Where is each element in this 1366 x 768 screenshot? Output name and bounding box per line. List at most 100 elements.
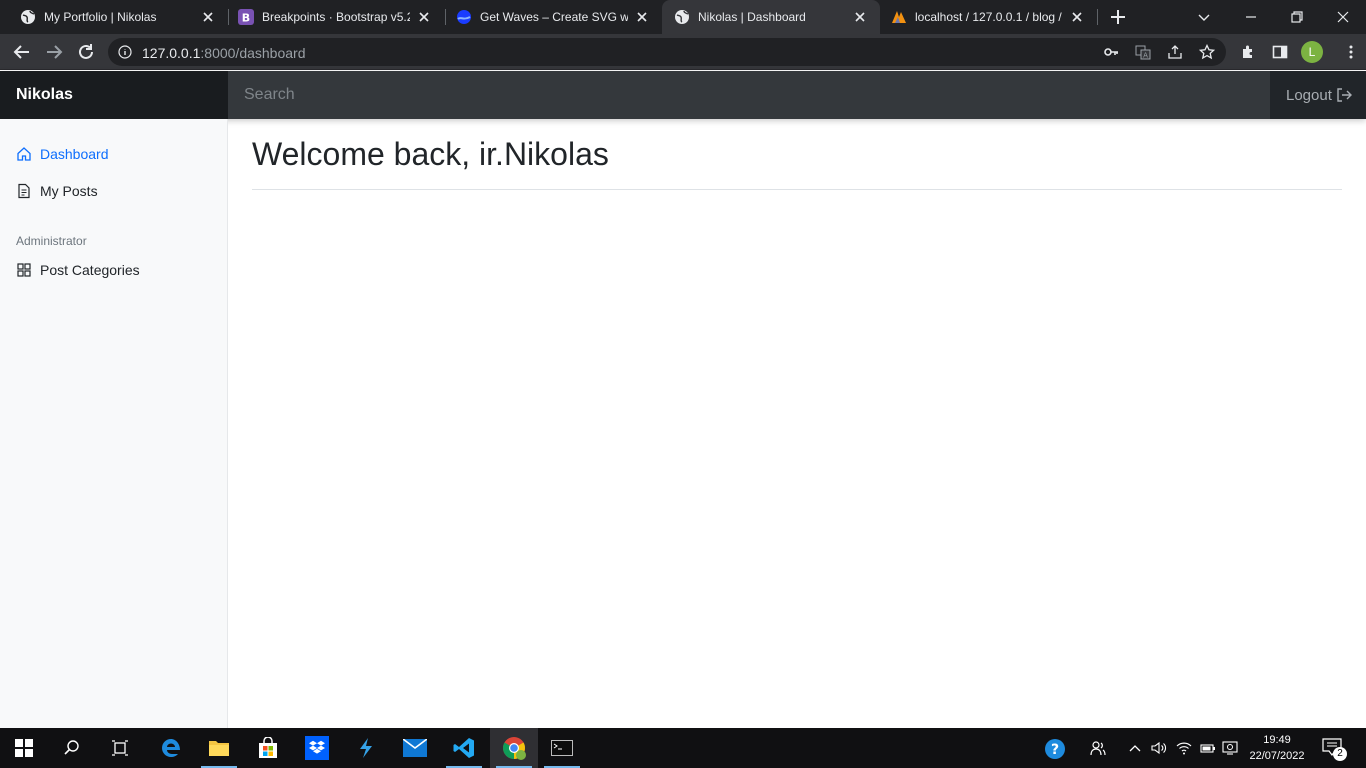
tab-title: Nikolas | Dashboard bbox=[698, 10, 806, 24]
vscode-icon bbox=[453, 738, 474, 758]
browser-tab-phpmyadmin[interactable]: localhost / 127.0.0.1 / blog / bbox=[871, 0, 1097, 34]
bootstrap-logo-icon: B bbox=[238, 9, 254, 25]
help-icon[interactable]: ? bbox=[1044, 738, 1066, 760]
minimize-icon[interactable] bbox=[1240, 6, 1262, 28]
translate-icon[interactable]: A bbox=[1135, 44, 1151, 60]
browser-menu-icon[interactable] bbox=[1348, 44, 1354, 60]
side-panel-icon[interactable] bbox=[1272, 44, 1288, 60]
clock-time: 19:49 bbox=[1263, 734, 1291, 746]
chrome-icon bbox=[503, 737, 526, 760]
notification-center-button[interactable]: 2 bbox=[1322, 738, 1347, 761]
start-button[interactable] bbox=[0, 728, 48, 768]
sidebar-item-dashboard[interactable]: Dashboard bbox=[16, 144, 109, 164]
taskbar-mail[interactable] bbox=[391, 728, 439, 768]
wifi-icon[interactable] bbox=[1176, 740, 1192, 756]
extensions-puzzle-icon[interactable] bbox=[1240, 44, 1256, 60]
close-icon[interactable] bbox=[852, 9, 868, 25]
bookmark-star-icon[interactable] bbox=[1199, 44, 1215, 60]
tab-title: Get Waves – Create SVG waves bbox=[480, 10, 628, 24]
tab-title: localhost / 127.0.0.1 / blog / bbox=[915, 10, 1062, 24]
tab-separator bbox=[1097, 9, 1098, 25]
task-view-button[interactable] bbox=[96, 728, 144, 768]
volume-icon[interactable] bbox=[1151, 740, 1167, 756]
url-text: 127.0.0.1:8000/dashboard bbox=[142, 45, 305, 61]
grid-icon bbox=[17, 263, 31, 277]
title-divider bbox=[252, 189, 1342, 190]
dropbox-icon bbox=[305, 736, 329, 760]
battery-icon[interactable] bbox=[1200, 740, 1216, 756]
action-screen-icon[interactable] bbox=[1222, 740, 1238, 756]
logout-arrow-icon bbox=[1337, 88, 1352, 102]
svg-text:B: B bbox=[242, 12, 250, 25]
browser-tab-dashboard[interactable]: Nikolas | Dashboard bbox=[662, 0, 880, 34]
globe-icon bbox=[21, 10, 35, 24]
sidebar-item-label: Dashboard bbox=[40, 146, 109, 162]
search-input[interactable] bbox=[228, 71, 1270, 119]
back-arrow-icon[interactable] bbox=[12, 42, 32, 62]
store-bag-icon bbox=[259, 737, 277, 758]
notification-count-badge: 2 bbox=[1333, 747, 1347, 761]
taskbar-dev-app[interactable] bbox=[342, 728, 390, 768]
browser-tab-portfolio[interactable]: My Portfolio | Nikolas bbox=[0, 0, 228, 34]
url-host: 127.0.0.1 bbox=[142, 45, 201, 61]
app-navbar: Nikolas Logout bbox=[0, 71, 1366, 119]
new-tab-icon[interactable] bbox=[1109, 8, 1127, 26]
sidebar-item-label: Post Categories bbox=[40, 262, 140, 278]
window-close-icon[interactable] bbox=[1332, 6, 1354, 28]
browser-tab-getwaves[interactable]: Get Waves – Create SVG waves bbox=[436, 0, 662, 34]
brand-link[interactable]: Nikolas bbox=[0, 71, 228, 119]
forward-arrow-icon[interactable] bbox=[44, 42, 64, 62]
folder-icon bbox=[209, 741, 229, 756]
close-icon[interactable] bbox=[1069, 9, 1085, 25]
taskbar-store[interactable] bbox=[244, 728, 292, 768]
search-icon bbox=[64, 740, 79, 755]
site-info-icon[interactable] bbox=[118, 45, 132, 59]
sidebar-item-post-categories[interactable]: Post Categories bbox=[16, 260, 140, 280]
sidebar-item-my-posts[interactable]: My Posts bbox=[16, 181, 98, 201]
task-view-icon bbox=[112, 740, 128, 756]
taskbar-search-button[interactable] bbox=[48, 728, 96, 768]
tab-search-chevron-icon[interactable] bbox=[1193, 6, 1215, 28]
document-icon bbox=[18, 183, 30, 199]
reload-icon[interactable] bbox=[76, 42, 96, 62]
windows-taskbar: ? bbox=[0, 728, 1366, 768]
waves-logo-icon bbox=[457, 10, 471, 24]
svg-text:?: ? bbox=[1051, 742, 1059, 758]
tab-title: My Portfolio | Nikolas bbox=[44, 10, 157, 24]
logout-button[interactable]: Logout bbox=[1270, 71, 1366, 119]
taskbar-terminal[interactable] bbox=[538, 728, 586, 768]
terminal-icon bbox=[551, 740, 573, 756]
taskbar-file-explorer[interactable] bbox=[195, 728, 243, 768]
people-icon[interactable] bbox=[1090, 740, 1106, 756]
close-icon[interactable] bbox=[634, 9, 650, 25]
taskbar-edge[interactable] bbox=[147, 728, 195, 768]
url-path: :8000/dashboard bbox=[200, 45, 306, 61]
share-icon[interactable] bbox=[1167, 44, 1183, 60]
logout-label: Logout bbox=[1286, 86, 1332, 104]
address-bar[interactable]: 127.0.0.1:8000/dashboard A bbox=[108, 38, 1226, 66]
browser-tab-strip: My Portfolio | Nikolas B Breakpoints · B… bbox=[0, 0, 1366, 34]
browser-toolbar: 127.0.0.1:8000/dashboard A bbox=[0, 34, 1366, 70]
svg-text:A: A bbox=[1143, 52, 1148, 60]
page-title: Welcome back, ir.Nikolas bbox=[252, 136, 609, 172]
taskbar-chrome[interactable] bbox=[490, 728, 538, 768]
tab-title: Breakpoints · Bootstrap v5.2 bbox=[262, 10, 410, 24]
close-icon[interactable] bbox=[200, 9, 216, 25]
edge-icon bbox=[162, 739, 180, 757]
mail-icon bbox=[403, 739, 427, 757]
restore-icon[interactable] bbox=[1286, 6, 1308, 28]
profile-avatar[interactable]: L bbox=[1301, 41, 1323, 63]
close-icon[interactable] bbox=[416, 9, 432, 25]
sidebar-item-label: My Posts bbox=[40, 183, 98, 199]
phpmyadmin-logo-icon bbox=[892, 11, 906, 23]
house-icon bbox=[17, 147, 31, 161]
taskbar-vscode[interactable] bbox=[440, 728, 488, 768]
browser-tab-bootstrap[interactable]: B Breakpoints · Bootstrap v5.2 bbox=[218, 0, 444, 34]
system-clock[interactable]: 19:49 22/07/2022 bbox=[1244, 732, 1310, 764]
clock-date: 22/07/2022 bbox=[1249, 750, 1305, 762]
key-icon[interactable] bbox=[1103, 44, 1119, 60]
chevron-up-icon[interactable] bbox=[1127, 740, 1143, 756]
taskbar-dropbox[interactable] bbox=[293, 728, 341, 768]
globe-icon bbox=[675, 10, 689, 24]
bolt-logo-icon bbox=[360, 738, 372, 758]
